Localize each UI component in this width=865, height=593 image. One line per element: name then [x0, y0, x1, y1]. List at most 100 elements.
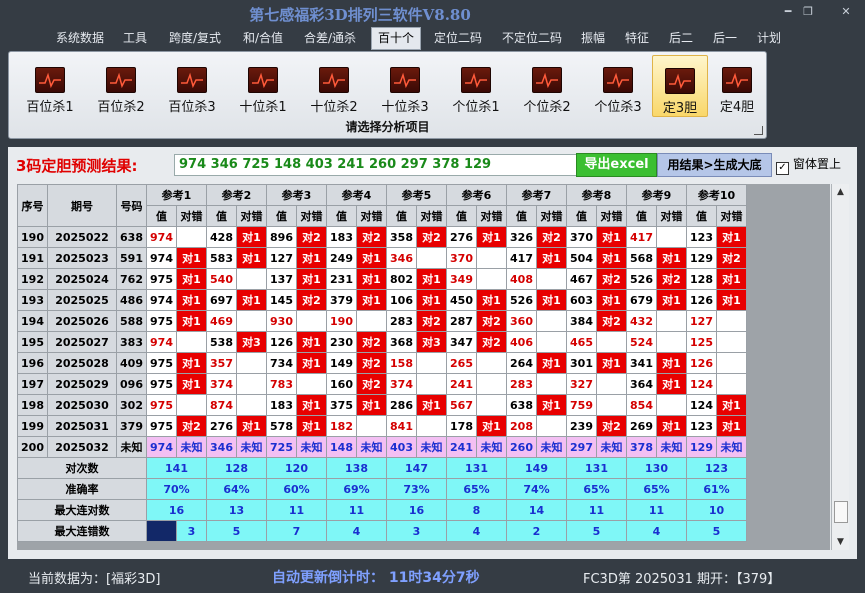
vertical-scrollbar[interactable]: ▲ ▼ — [831, 184, 849, 550]
chart-icon — [35, 67, 65, 93]
ribbon-button-6[interactable]: 十位杀3 — [372, 55, 438, 115]
ribbon-button-label: 个位杀1 — [452, 100, 500, 115]
hit-cell: 对3 — [236, 331, 267, 353]
menu-item-amplitude[interactable]: 振幅 — [578, 29, 608, 47]
pred-unknown-cell: 未知 — [236, 436, 267, 458]
data-source-text: 当前数据为：[福彩3D] — [28, 572, 161, 587]
ribbon-button-11[interactable]: 定4胆 — [712, 55, 762, 115]
empty-cell — [596, 331, 627, 353]
menu-item-fixed-pair[interactable]: 定位二码 — [430, 29, 486, 47]
ribbon-expand-icon[interactable] — [754, 126, 763, 135]
ribbon-button-5[interactable]: 十位杀2 — [301, 55, 367, 115]
minimize-icon[interactable]: ━ — [778, 4, 798, 20]
menu-item-features[interactable]: 特征 — [622, 29, 652, 47]
chart-icon — [319, 67, 349, 93]
menu-item-positions[interactable]: 百十个 — [371, 27, 421, 50]
empty-cell — [296, 373, 327, 395]
row-seq: 200 — [17, 436, 48, 458]
topmost-checkbox[interactable]: ✓ — [776, 162, 789, 175]
hit-cell: 对1 — [176, 289, 207, 311]
value-cell: 241 — [446, 373, 477, 395]
hit-cell: 对2 — [596, 415, 627, 437]
ribbon-panel: 请选择分析项目 百位杀1 百位杀2 百位杀3 十位杀1 十位杀2 十位杀3 个位杀1 个位杀2… — [8, 51, 767, 139]
value-cell: 432 — [626, 310, 657, 332]
value-cell: 360 — [506, 310, 537, 332]
menu-item-span[interactable]: 跨度/复式 — [164, 29, 226, 47]
value-cell: 327 — [566, 373, 597, 395]
menu-item-plan[interactable]: 计划 — [754, 29, 784, 47]
summary-value: 73% — [386, 478, 447, 500]
summary-row: 对次数 141 128 120 138 147 131 149 131 130 123 — [17, 457, 747, 479]
value-cell: 357 — [206, 352, 237, 374]
row-period: 2025030 — [47, 394, 117, 416]
empty-cell — [476, 352, 507, 374]
ribbon-button-8[interactable]: 个位杀2 — [514, 55, 580, 115]
row-number: 409 — [116, 352, 147, 374]
row-seq: 194 — [17, 310, 48, 332]
pred-value-cell: 403 — [386, 436, 417, 458]
topmost-checkbox-wrap[interactable]: ✓ 窗体置上 — [776, 155, 841, 175]
export-excel-button[interactable]: 导出excel — [576, 153, 657, 177]
generate-base-button[interactable]: 用结果>生成大底 — [657, 153, 772, 177]
value-cell: 301 — [566, 352, 597, 374]
empty-cell — [536, 331, 567, 353]
menu-item-unfixed-pair[interactable]: 不定位二码 — [497, 29, 567, 47]
scroll-down-icon[interactable]: ▼ — [832, 534, 849, 550]
header-check: 对错 — [596, 205, 627, 227]
chart-icon — [532, 67, 562, 93]
summary-label: 准确率 — [17, 478, 147, 500]
empty-cell — [356, 310, 387, 332]
status-bar: 当前数据为：[福彩3D] 自动更新倒计时： 11时34分7秒 FC3D第 202… — [0, 559, 865, 593]
header-check: 对错 — [716, 205, 747, 227]
row-seq: 195 — [17, 331, 48, 353]
ribbon-button-4[interactable]: 十位杀1 — [230, 55, 296, 115]
table-row: 197 2025029 096 975 对1 374 783 160 对2 374 241 283 32… — [17, 373, 747, 395]
menu-item-sum[interactable]: 和/合值 — [238, 29, 288, 47]
value-cell: 123 — [686, 415, 717, 437]
pred-value-cell: 260 — [506, 436, 537, 458]
close-icon[interactable]: ✕ — [836, 4, 856, 20]
summary-value: 128 — [206, 457, 267, 479]
pred-unknown-cell: 未知 — [476, 436, 507, 458]
value-cell: 974 — [146, 289, 177, 311]
menu-item-last-one[interactable]: 后一 — [710, 29, 740, 47]
header-check: 对错 — [536, 205, 567, 227]
prediction-result-field[interactable]: 974 346 725 148 403 241 260 297 378 129 — [174, 154, 580, 176]
maximize-icon[interactable]: ❐ — [798, 4, 818, 20]
menu-item-sum-diff[interactable]: 合差/通杀 — [299, 29, 361, 47]
value-cell: 603 — [566, 289, 597, 311]
row-seq: 197 — [17, 373, 48, 395]
empty-cell — [656, 310, 687, 332]
title-bar: 第七感福彩3D排列三软件V8.80 ━ ❐ ✕ — [0, 0, 865, 26]
menu-item-last-two[interactable]: 后二 — [666, 29, 696, 47]
value-cell: 975 — [146, 415, 177, 437]
row-seq: 198 — [17, 394, 48, 416]
row-period: 2025024 — [47, 268, 117, 290]
ribbon-button-3[interactable]: 百位杀3 — [159, 55, 225, 115]
header-value: 值 — [266, 205, 297, 227]
ribbon-button-9[interactable]: 个位杀3 — [585, 55, 651, 115]
header-number: 号码 — [116, 184, 147, 227]
summary-value: 131 — [446, 457, 507, 479]
value-cell: 106 — [386, 289, 417, 311]
menu-item-system-data[interactable]: 系统数据 — [52, 29, 108, 47]
hit-cell: 对2 — [596, 310, 627, 332]
topmost-label: 窗体置上 — [793, 157, 842, 171]
value-cell: 145 — [266, 289, 297, 311]
hit-cell: 对1 — [236, 247, 267, 269]
scroll-up-icon[interactable]: ▲ — [832, 184, 849, 200]
pred-value-cell: 148 — [326, 436, 357, 458]
value-cell: 975 — [146, 310, 177, 332]
hit-cell: 对1 — [176, 373, 207, 395]
ribbon-button-7[interactable]: 个位杀1 — [443, 55, 509, 115]
value-cell: 123 — [686, 226, 717, 248]
value-cell: 469 — [206, 310, 237, 332]
value-cell: 264 — [506, 352, 537, 374]
menu-item-tools[interactable]: 工具 — [120, 29, 150, 47]
ribbon-button-1[interactable]: 百位杀1 — [17, 55, 83, 115]
hit-cell: 对2 — [356, 331, 387, 353]
ribbon-button-10[interactable]: 定3胆 — [652, 55, 708, 117]
hit-cell: 对1 — [296, 331, 327, 353]
ribbon-button-2[interactable]: 百位杀2 — [88, 55, 154, 115]
scroll-thumb[interactable] — [834, 501, 848, 523]
